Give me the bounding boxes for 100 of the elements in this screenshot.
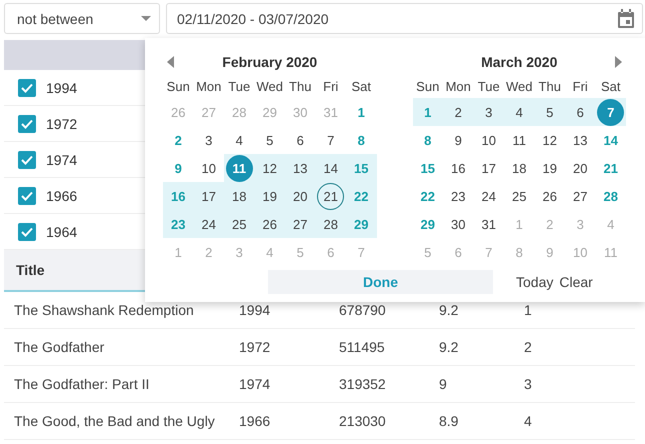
calendar-day[interactable]: 16 [443,154,474,182]
table-cell-text: The Good, the Bad and the Ugly [14,413,216,429]
check-icon [21,226,33,236]
table-cell-text: 2 [524,339,533,355]
calendar-day[interactable]: 7 [316,126,346,154]
calendar-day[interactable]: 3 [474,98,504,126]
calendar-day[interactable]: 27 [285,210,316,238]
table-cell-text: 1972 [239,339,272,355]
year-option[interactable]: 1974 [46,152,78,168]
calendar-day[interactable]: 25 [224,210,254,238]
table-cell-text: 1974 [239,376,272,392]
checkbox[interactable] [18,114,36,132]
weekday-label: Fri [322,78,340,96]
table-cell-text: 319352 [339,376,387,392]
today-button[interactable]: Today [513,274,556,290]
weekday-label: Tue [227,78,252,96]
table-cell-text: 9.2 [439,339,460,355]
calendar-day[interactable]: 19 [534,154,565,182]
calendar-day[interactable]: 26 [254,210,285,238]
calendar-day[interactable]: 25 [504,182,534,210]
calendar-day[interactable]: 5 [254,126,285,154]
calendar-day[interactable]: 11 [504,126,534,154]
calendar-day[interactable]: 2 [443,98,474,126]
date-range-field[interactable]: 02/11/2020 - 03/07/2020 [166,3,643,34]
checkbox[interactable] [18,150,36,168]
weekday-label: Wed [505,78,534,96]
calendar-day[interactable]: 5 [534,98,565,126]
calendar-day[interactable]: 3 [194,126,224,154]
table-cell-text: 9.2 [439,302,460,318]
calendar-day[interactable]: 10 [474,126,504,154]
weekday-label: Sat [350,78,372,96]
calendar-day[interactable]: 18 [224,182,254,210]
calendar-day[interactable]: 4 [224,126,254,154]
calendar-day[interactable]: 19 [254,182,285,210]
calendar-day[interactable]: 20 [565,154,596,182]
month-title: March 2020 [480,54,558,70]
table-cell-text: The Godfather [14,339,106,355]
calendar-day[interactable]: 11 [224,154,254,182]
calendar-day[interactable]: 13 [285,154,316,182]
caret-icon [141,16,151,21]
calendar-day[interactable]: 6 [285,126,316,154]
operator-dropdown[interactable]: not between [4,3,160,34]
check-icon [21,190,33,200]
calendar-day[interactable]: 4 [504,98,534,126]
checkbox[interactable] [18,78,36,96]
calendar-day[interactable]: 7 [596,98,626,126]
checkbox[interactable] [18,186,36,204]
calendar-day[interactable]: 23 [443,182,474,210]
calendar-day[interactable]: 27 [565,182,596,210]
weekday-label: Sun [415,78,440,96]
calendar-day[interactable]: 10 [194,154,224,182]
weekday-label: Sun [166,78,191,96]
weekday-label: Fri [572,78,589,96]
calendar-day[interactable]: 17 [194,182,224,210]
weekday-label: Wed [256,78,284,96]
year-option[interactable]: 1964 [46,224,78,240]
calendar-day[interactable]: 17 [474,154,504,182]
table-cell-text: 4 [524,413,533,429]
calendar-day[interactable]: 9 [443,126,474,154]
table-cell-text: 3 [524,376,533,392]
check-icon [21,154,33,164]
calendar-icon[interactable] [617,9,635,29]
calendar-day[interactable]: 6 [565,98,596,126]
table-cell-text: 511495 [339,339,386,355]
calendar-day[interactable]: 21 [316,182,346,210]
weekday-label: Sat [600,78,622,96]
table-cell-text: 678790 [339,302,387,318]
calendar-day[interactable]: 30 [443,210,474,238]
table-cell-text: The Shawshank Redemption [14,302,195,318]
year-option[interactable]: 1966 [46,188,78,204]
table-cell-text: 8.9 [439,413,460,429]
table-cell-text: The Godfather: Part II [14,376,150,392]
check-icon [21,118,33,128]
calendar-day[interactable]: 12 [534,126,565,154]
table-cell-text: 1 [524,302,533,318]
table-cell-text: 1994 [239,302,272,318]
weekday-label: Mon [195,78,222,96]
calendar-day[interactable]: 20 [285,182,316,210]
weekday-label: Thu [538,78,562,96]
calendar-day[interactable]: 13 [565,126,596,154]
column-header[interactable]: Title [16,262,45,278]
table-cell-text: 9 [439,376,448,392]
check-icon [21,82,33,92]
calendar-day[interactable]: 14 [316,154,346,182]
calendar-day[interactable]: 31 [474,210,504,238]
checkbox[interactable] [18,222,36,240]
weekday-label: Thu [288,78,312,96]
table-cell-text: 1966 [239,413,272,429]
calendar-day[interactable]: 12 [254,154,285,182]
calendar-day[interactable]: 24 [194,210,224,238]
year-option[interactable]: 1994 [46,80,78,96]
year-option[interactable]: 1972 [46,116,78,132]
month-title: February 2020 [221,54,318,70]
weekday-label: Mon [444,78,472,96]
calendar-day[interactable]: 26 [534,182,565,210]
clear-button[interactable]: Clear [556,274,596,290]
table-cell-text: 213030 [339,413,387,429]
calendar-day[interactable]: 24 [474,182,504,210]
calendar-day[interactable]: 28 [316,210,346,238]
calendar-day[interactable]: 18 [504,154,534,182]
